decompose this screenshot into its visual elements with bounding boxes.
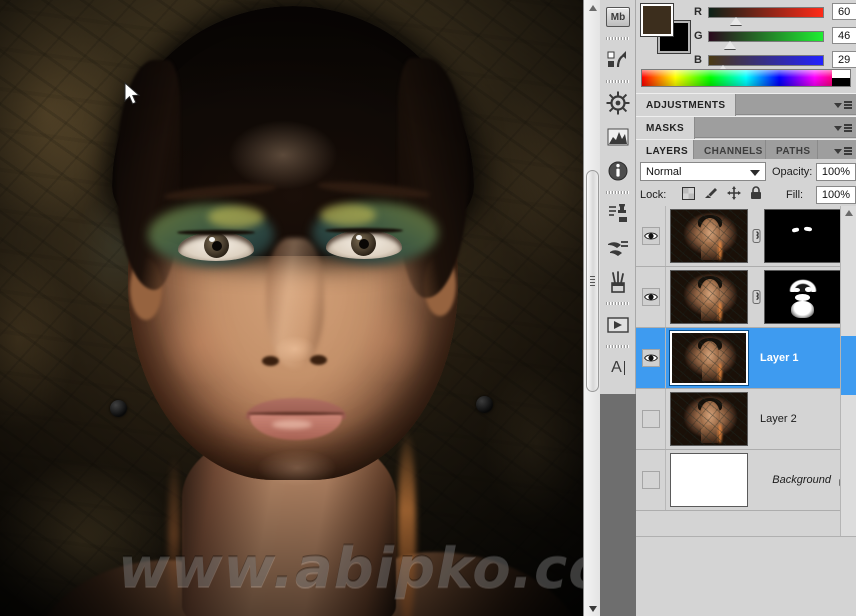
lock-position-icon[interactable] bbox=[727, 186, 741, 200]
layers-vertical-scrollbar[interactable] bbox=[840, 206, 856, 536]
eye-icon-off bbox=[641, 410, 660, 428]
layers-panel-menu-icon[interactable] bbox=[834, 145, 852, 157]
masks-tabbar: MASKS bbox=[636, 116, 856, 139]
navigator-icon[interactable] bbox=[600, 86, 636, 120]
layer-thumbnail[interactable] bbox=[670, 392, 748, 446]
green-slider-row: G bbox=[694, 26, 824, 49]
layer-visibility-toggle[interactable] bbox=[636, 450, 666, 510]
layer-thumbnail[interactable] bbox=[670, 209, 748, 263]
photoshop-window: www.abipko.com Mb bbox=[0, 0, 856, 616]
layer-mask-link-icon[interactable] bbox=[748, 229, 764, 243]
green-value[interactable]: 46 bbox=[832, 27, 856, 44]
layer-visibility-toggle[interactable] bbox=[636, 328, 666, 388]
blue-channel-label: B bbox=[694, 54, 702, 66]
photo-vignette bbox=[0, 0, 583, 616]
table-row[interactable] bbox=[636, 206, 856, 267]
dock-divider bbox=[600, 342, 636, 351]
layers-panel-footer bbox=[636, 536, 856, 616]
fill-value[interactable]: 100% bbox=[816, 186, 856, 204]
dock-divider bbox=[600, 188, 636, 197]
dock-divider bbox=[600, 34, 636, 43]
eye-icon bbox=[641, 349, 660, 367]
green-slider-handle bbox=[724, 40, 736, 49]
scroll-up-arrow[interactable] bbox=[584, 0, 601, 15]
lock-transparent-icon[interactable] bbox=[682, 186, 695, 200]
blend-mode-value: Normal bbox=[646, 165, 682, 178]
dock-divider bbox=[600, 77, 636, 86]
layer-visibility-toggle[interactable] bbox=[636, 206, 666, 266]
watermark: www.abipko.com bbox=[118, 536, 583, 601]
green-slider[interactable] bbox=[708, 30, 824, 49]
brushes-icon[interactable] bbox=[600, 265, 636, 299]
eye-icon bbox=[641, 288, 660, 306]
masks-panel-menu-icon[interactable] bbox=[834, 122, 852, 134]
fill-label: Fill: bbox=[786, 189, 804, 201]
layer-thumbnail[interactable] bbox=[670, 270, 748, 324]
tab-masks[interactable]: MASKS bbox=[636, 117, 696, 139]
blue-slider-row: B bbox=[694, 50, 824, 73]
table-row[interactable] bbox=[636, 267, 856, 328]
character-icon[interactable]: A bbox=[600, 351, 636, 385]
blend-mode-select[interactable]: Normal bbox=[640, 162, 766, 181]
color-swatches bbox=[640, 3, 691, 54]
info-icon[interactable] bbox=[600, 154, 636, 188]
portrait-photo: www.abipko.com bbox=[0, 0, 583, 616]
green-channel-label: G bbox=[694, 30, 703, 42]
scrollbar-grip bbox=[590, 276, 595, 286]
layers-controls: Normal Opacity: 100% Lock: Fill: 100% bbox=[636, 159, 856, 206]
layer-mask-thumbnail[interactable] bbox=[764, 209, 842, 263]
brush-presets-icon[interactable] bbox=[600, 231, 636, 265]
red-slider-row: R bbox=[694, 2, 824, 25]
layers-scroll-up-arrow[interactable] bbox=[841, 206, 856, 220]
layer-mask-thumbnail[interactable] bbox=[764, 270, 842, 324]
lock-label: Lock: bbox=[640, 189, 667, 201]
layer-thumbnail[interactable] bbox=[670, 453, 748, 507]
adjustments-tabbar: ADJUSTMENTS bbox=[636, 93, 856, 116]
histogram-icon[interactable] bbox=[600, 120, 636, 154]
scroll-down-arrow[interactable] bbox=[584, 601, 601, 616]
layer-visibility-toggle[interactable] bbox=[636, 267, 666, 327]
animation-icon[interactable] bbox=[600, 308, 636, 342]
layers-scrollbar-selection-strip bbox=[841, 336, 856, 395]
color-spectrum-ramp[interactable] bbox=[641, 69, 851, 87]
lock-buttons bbox=[682, 186, 762, 200]
white-black-swatch[interactable] bbox=[832, 70, 850, 86]
dock-divider bbox=[600, 299, 636, 308]
scrollbar-thumb[interactable] bbox=[586, 170, 599, 392]
red-slider-handle bbox=[730, 16, 742, 25]
table-row[interactable]: Background bbox=[636, 450, 856, 511]
lock-all-icon[interactable] bbox=[750, 186, 762, 200]
layer-visibility-toggle[interactable] bbox=[636, 389, 666, 449]
panel-icon-dock: Mb A bbox=[600, 0, 636, 410]
image-canvas[interactable]: www.abipko.com bbox=[0, 0, 583, 616]
layer-mask-link-icon[interactable] bbox=[748, 290, 764, 304]
lock-image-icon[interactable] bbox=[704, 187, 718, 200]
red-value[interactable]: 60 bbox=[832, 3, 856, 20]
eye-icon bbox=[641, 227, 660, 245]
layer-name: Background bbox=[772, 474, 831, 486]
table-row[interactable]: Layer 2 bbox=[636, 389, 856, 450]
clone-source-icon[interactable] bbox=[600, 197, 636, 231]
opacity-value[interactable]: 100% bbox=[816, 163, 856, 181]
blue-value[interactable]: 29 bbox=[832, 51, 856, 68]
eye-icon-off bbox=[641, 471, 660, 489]
layers-list[interactable]: Layer 1 Layer 2 Background bbox=[636, 206, 856, 536]
red-channel-label: R bbox=[694, 6, 702, 18]
panel-column: R 60 G 46 B 29 ADJUSTMENTS MASKS LAYERS … bbox=[636, 0, 856, 616]
color-panel: R 60 G 46 B 29 bbox=[636, 0, 856, 95]
red-slider[interactable] bbox=[708, 6, 824, 25]
layers-tabbar: LAYERS CHANNELS PATHS bbox=[636, 139, 856, 162]
canvas-vertical-scrollbar[interactable] bbox=[583, 0, 600, 616]
mini-bridge-icon[interactable]: Mb bbox=[600, 0, 636, 34]
dock-empty-area bbox=[600, 394, 636, 616]
foreground-color-swatch[interactable] bbox=[640, 3, 674, 37]
chevron-down-icon bbox=[750, 170, 760, 176]
tab-adjustments[interactable]: ADJUSTMENTS bbox=[636, 94, 737, 116]
table-row[interactable]: Layer 1 bbox=[636, 328, 856, 389]
adjustments-panel-menu-icon[interactable] bbox=[834, 99, 852, 111]
opacity-label: Opacity: bbox=[772, 166, 813, 178]
actions-icon[interactable] bbox=[600, 43, 636, 77]
layer-thumbnail[interactable] bbox=[669, 330, 749, 386]
blue-slider[interactable] bbox=[708, 54, 824, 73]
